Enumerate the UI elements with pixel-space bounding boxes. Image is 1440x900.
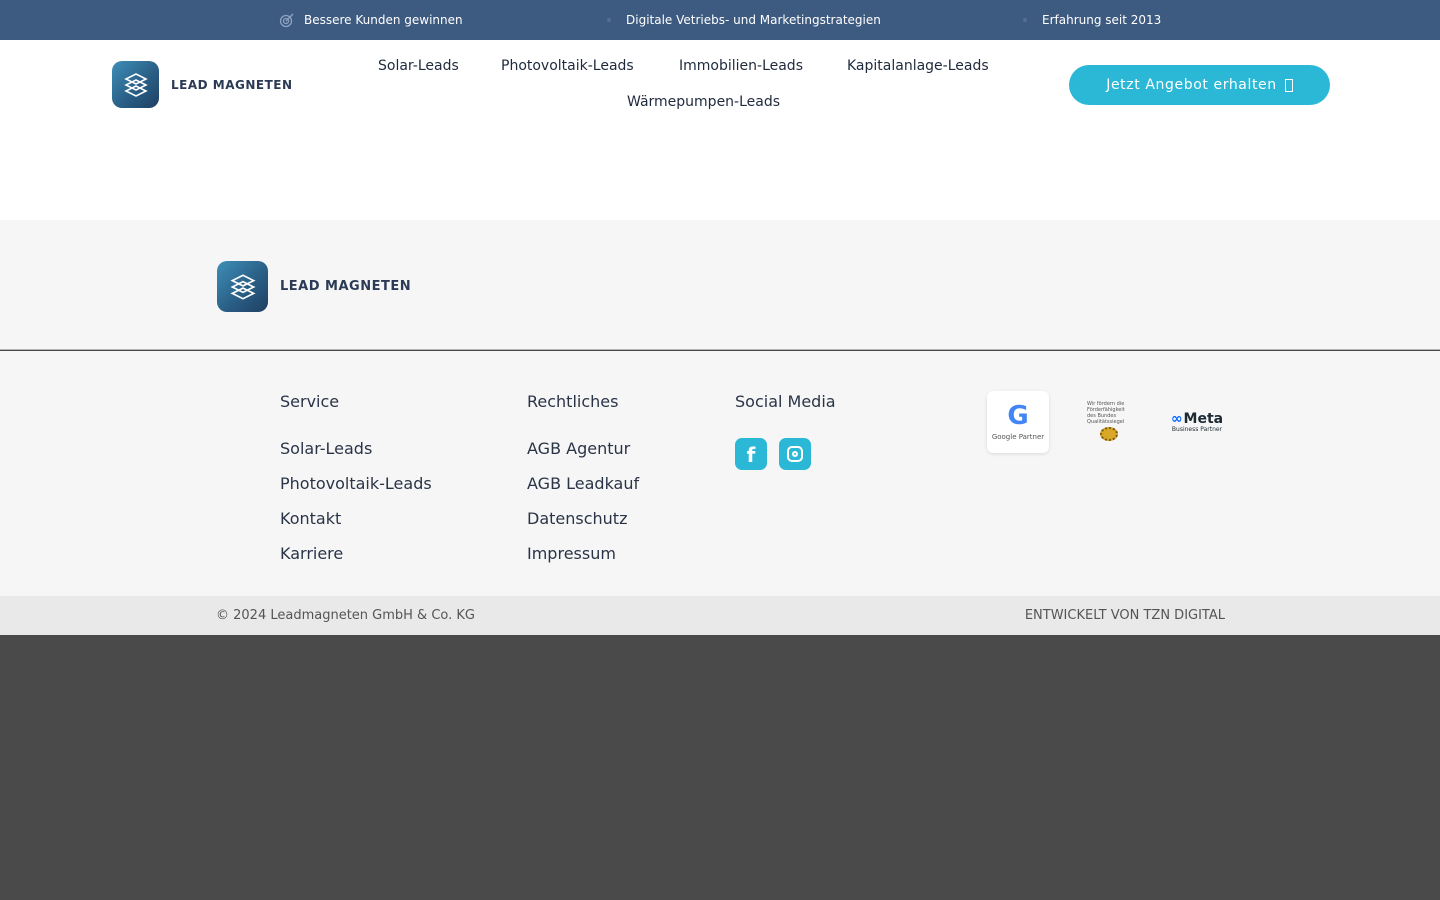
nav-item-kapitalanlage-leads[interactable]: Kapitalanlage-Leads xyxy=(847,58,989,74)
site-header: LEAD MAGNETEN Solar-Leads Photovoltaik-L… xyxy=(0,40,1440,220)
topbar-label: Digitale Vetriebs- und Marketingstrategi… xyxy=(626,13,881,27)
topbar-item-experience: Erfahrung seit 2013 xyxy=(1017,0,1161,40)
meta-word: Meta xyxy=(1183,410,1224,427)
facebook-link[interactable]: f xyxy=(735,438,767,470)
facebook-icon: f xyxy=(746,443,756,467)
meta-infinity-icon: ∞ xyxy=(1170,410,1183,427)
logo-mark-icon xyxy=(112,61,159,108)
google-partner-label: Google Partner xyxy=(991,433,1045,441)
google-g-icon: G xyxy=(1007,401,1029,431)
footer-bottom-bar: © 2024 Leadmagneten GmbH & Co. KG ENTWIC… xyxy=(0,596,1440,635)
arrow-right-icon xyxy=(1284,78,1293,92)
nav-item-photovoltaik-leads[interactable]: Photovoltaik-Leads xyxy=(501,58,634,74)
footer-link-karriere[interactable]: Karriere xyxy=(280,544,343,563)
logo-mark-icon xyxy=(217,261,268,312)
seal-text: Wir fördern die Förderfähigkeit des Bund… xyxy=(1087,401,1125,425)
footer-link-agb-agentur[interactable]: AGB Agentur xyxy=(527,439,630,458)
footer-link-kontakt[interactable]: Kontakt xyxy=(280,509,341,528)
footer-logo[interactable]: LEAD MAGNETEN xyxy=(217,261,411,312)
strategy-icon xyxy=(601,12,617,28)
instagram-link[interactable] xyxy=(779,438,811,470)
topbar-label: Bessere Kunden gewinnen xyxy=(304,13,463,27)
meta-partner-label: Business Partner xyxy=(1171,425,1223,433)
nav-item-solar-leads[interactable]: Solar-Leads xyxy=(378,58,459,74)
footer-columns: Service Solar-Leads Photovoltaik-Leads K… xyxy=(0,351,1440,596)
nav-item-immobilien-leads[interactable]: Immobilien-Leads xyxy=(679,58,803,74)
developer-credit-link[interactable]: ENTWICKELT VON TZN DIGITAL xyxy=(1025,596,1225,635)
footer-link-agb-leadkauf[interactable]: AGB Leadkauf xyxy=(527,474,639,493)
seal-coin-icon xyxy=(1100,427,1118,441)
target-icon xyxy=(279,12,295,28)
get-offer-label: Jetzt Angebot erhalten xyxy=(1106,77,1277,93)
footer-column-title-legal: Rechtliches xyxy=(527,392,619,411)
topbar-item-strategies: Digitale Vetriebs- und Marketingstrategi… xyxy=(601,0,881,40)
meta-business-partner-badge: ∞ Meta Business Partner xyxy=(1167,409,1227,435)
quality-seal-badge: Wir fördern die Förderfähigkeit des Bund… xyxy=(1080,401,1138,441)
footer-link-impressum[interactable]: Impressum xyxy=(527,544,616,563)
google-partner-badge: G Google Partner xyxy=(987,391,1049,453)
top-info-bar: Bessere Kunden gewinnen Digitale Vetrieb… xyxy=(0,0,1440,40)
footer-link-datenschutz[interactable]: Datenschutz xyxy=(527,509,627,528)
footer-link-photovoltaik-leads[interactable]: Photovoltaik-Leads xyxy=(280,474,432,493)
header-logo[interactable]: LEAD MAGNETEN xyxy=(112,61,293,108)
footer-link-solar-leads[interactable]: Solar-Leads xyxy=(280,439,372,458)
nav-item-waermepumpen-leads[interactable]: Wärmepumpen-Leads xyxy=(627,94,780,110)
topbar-label: Erfahrung seit 2013 xyxy=(1042,13,1162,27)
footer-column-title-social: Social Media xyxy=(735,392,836,411)
copyright-text: © 2024 Leadmagneten GmbH & Co. KG xyxy=(216,608,475,623)
footer-logo-band: LEAD MAGNETEN xyxy=(0,220,1440,350)
logo-text: LEAD MAGNETEN xyxy=(171,77,293,92)
award-icon xyxy=(1017,12,1033,28)
get-offer-button[interactable]: Jetzt Angebot erhalten xyxy=(1069,65,1330,105)
footer-column-title-service: Service xyxy=(280,392,340,411)
modal-backdrop[interactable] xyxy=(0,635,1440,900)
meta-logo: ∞ Meta xyxy=(1171,412,1223,426)
topbar-item-customers: Bessere Kunden gewinnen xyxy=(279,0,463,40)
instagram-icon xyxy=(787,446,803,462)
logo-text: LEAD MAGNETEN xyxy=(280,279,412,294)
